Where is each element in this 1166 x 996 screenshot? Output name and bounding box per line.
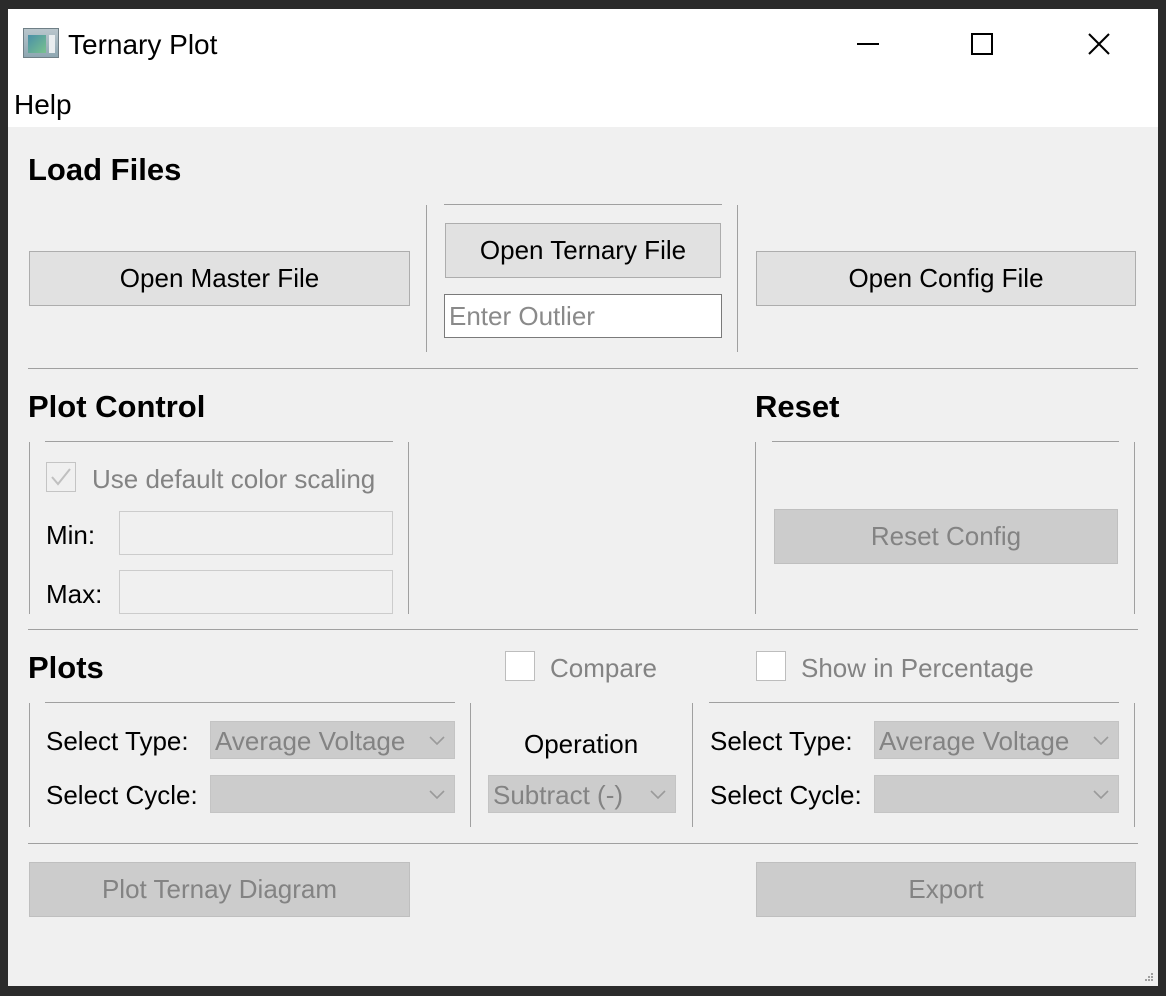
app-icon [23, 28, 59, 58]
divider [737, 205, 738, 352]
operation-select[interactable]: Subtract (-) [488, 775, 676, 813]
divider [1134, 442, 1135, 614]
min-input[interactable] [119, 511, 393, 555]
maximize-button[interactable] [925, 9, 1039, 79]
divider [772, 441, 1119, 442]
right-type-value: Average Voltage [879, 726, 1070, 756]
main-window: Ternary Plot Help Load Files Open Master… [8, 9, 1158, 986]
plots-title: Plots [28, 650, 104, 685]
divider [408, 442, 409, 614]
operation-value: Subtract (-) [493, 780, 624, 810]
show-percentage-label: Show in Percentage [801, 653, 1034, 683]
left-type-select[interactable]: Average Voltage [210, 721, 455, 759]
divider [29, 442, 30, 614]
chevron-down-icon [1093, 736, 1109, 746]
close-button[interactable] [1042, 9, 1156, 79]
right-select-type-label: Select Type: [710, 726, 853, 756]
resize-grip-icon[interactable] [1144, 972, 1154, 982]
menu-help[interactable]: Help [14, 89, 72, 121]
default-color-scaling-label: Use default color scaling [92, 464, 376, 494]
divider [709, 702, 1119, 703]
reset-title: Reset [755, 389, 840, 424]
divider [45, 702, 455, 703]
operation-label: Operation [524, 729, 639, 759]
load-files-title: Load Files [28, 152, 182, 187]
compare-checkbox[interactable] [505, 651, 535, 681]
chevron-down-icon [429, 736, 445, 746]
export-button[interactable]: Export [756, 862, 1136, 917]
chevron-down-icon [650, 790, 666, 800]
divider [755, 442, 756, 614]
open-master-file-button[interactable]: Open Master File [29, 251, 410, 306]
chevron-down-icon [1093, 790, 1109, 800]
section-separator [28, 368, 1138, 369]
chevron-down-icon [429, 790, 445, 800]
compare-label: Compare [550, 653, 657, 683]
outlier-input-field[interactable] [445, 295, 721, 337]
minimize-button[interactable] [811, 9, 925, 79]
divider [444, 204, 722, 205]
divider [692, 703, 693, 827]
section-separator [28, 629, 1138, 630]
left-select-type-label: Select Type: [46, 726, 189, 756]
divider [470, 703, 471, 827]
open-ternary-file-button[interactable]: Open Ternary File [445, 223, 721, 278]
section-separator [28, 843, 1138, 844]
divider [45, 441, 393, 442]
max-label: Max: [46, 579, 103, 609]
min-label: Min: [46, 520, 96, 550]
plot-ternary-diagram-button[interactable]: Plot Ternay Diagram [29, 862, 410, 917]
outlier-input[interactable] [444, 294, 722, 338]
checkmark-icon [51, 468, 71, 486]
maximize-icon [971, 33, 993, 55]
menu-bar: Help [8, 79, 1158, 127]
minimize-icon [857, 43, 879, 45]
divider [426, 205, 427, 352]
reset-config-button[interactable]: Reset Config [774, 509, 1118, 564]
open-config-file-button[interactable]: Open Config File [756, 251, 1136, 306]
max-input[interactable] [119, 570, 393, 614]
right-cycle-select[interactable] [874, 775, 1119, 813]
window-title: Ternary Plot [68, 29, 218, 60]
close-icon [1088, 33, 1110, 55]
show-percentage-checkbox[interactable] [756, 651, 786, 681]
divider [1134, 703, 1135, 827]
divider [29, 703, 30, 827]
left-type-value: Average Voltage [215, 726, 406, 756]
plot-control-title: Plot Control [28, 389, 206, 424]
right-type-select[interactable]: Average Voltage [874, 721, 1119, 759]
right-select-cycle-label: Select Cycle: [710, 780, 862, 810]
default-color-scaling-checkbox[interactable] [46, 462, 76, 492]
title-bar: Ternary Plot [8, 9, 1158, 79]
left-select-cycle-label: Select Cycle: [46, 780, 198, 810]
left-cycle-select[interactable] [210, 775, 455, 813]
